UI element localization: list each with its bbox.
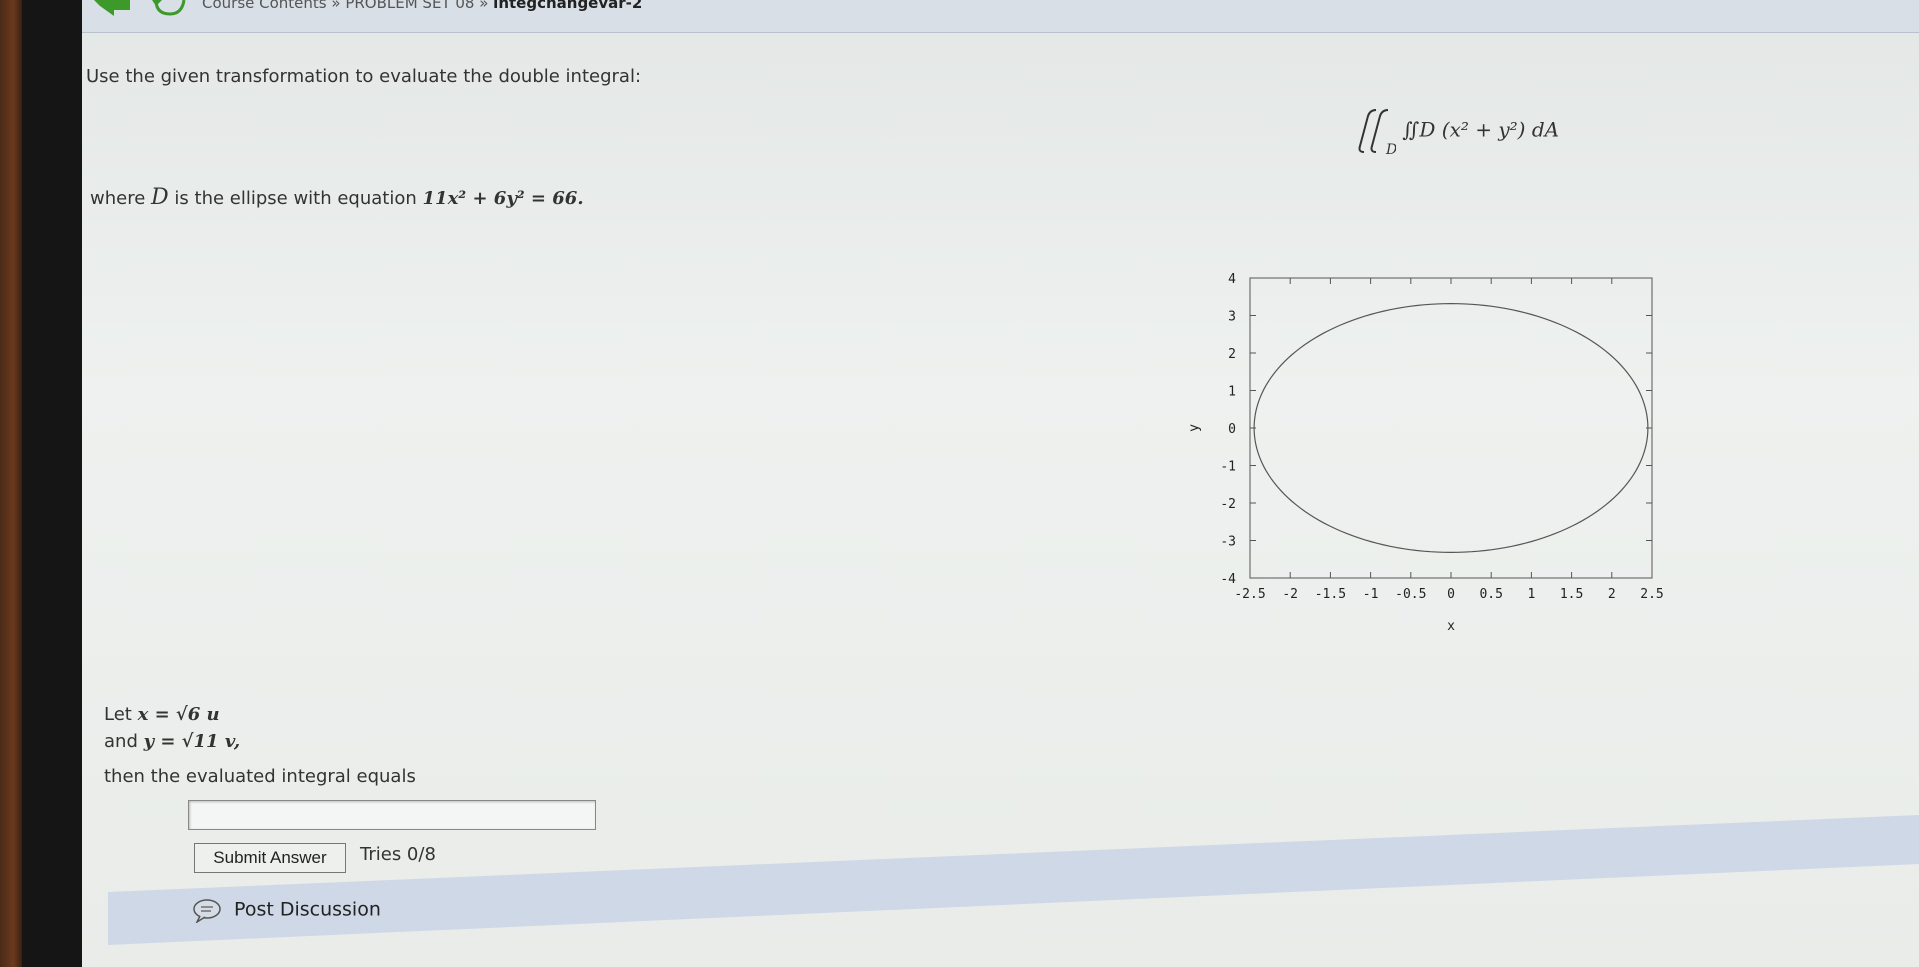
svg-text:D: D <box>1385 142 1396 154</box>
breadcrumb: Course Contents » PROBLEM SET 08 » integ… <box>82 0 1919 33</box>
ellipse-plot: -2.5 -2 -1.5 -1 -0.5 0 0.5 1 1.5 2 2.5 4 3 2 1 0 -1 -2 -3 -… <box>1187 272 1664 634</box>
y-tick-label: -2 <box>1220 497 1236 512</box>
y-axis-label: y <box>1187 424 1202 432</box>
y-tick-label: -4 <box>1220 572 1236 587</box>
x-tick-label: 0.5 <box>1479 587 1502 602</box>
monitor-edge <box>0 0 22 967</box>
y-tick-label: -1 <box>1220 460 1236 475</box>
x-tick-label: 0 <box>1447 587 1455 602</box>
sub-y-expression: y = √11 v, <box>143 731 241 752</box>
let-prefix: Let <box>104 704 132 725</box>
where-prefix: where <box>90 188 146 209</box>
region-description: where D is the ellipse with equation 11x… <box>90 185 584 210</box>
y-tick-label: 0 <box>1228 422 1236 437</box>
post-discussion-label: Post Discussion <box>234 898 381 921</box>
up-arrow-icon[interactable] <box>152 0 188 16</box>
result-prompt: then the evaluated integral equals <box>104 766 416 787</box>
x-tick-label: 2 <box>1608 587 1616 602</box>
monitor-bezel <box>22 0 82 967</box>
discussion-icon <box>193 899 221 925</box>
x-axis-label: x <box>1447 619 1455 634</box>
back-arrow-icon[interactable] <box>94 0 130 16</box>
x-tick-label: -2 <box>1282 587 1298 602</box>
x-tick-label: 2.5 <box>1640 587 1663 602</box>
y-tick-label: 2 <box>1228 347 1236 362</box>
submit-answer-button[interactable]: Submit Answer <box>194 843 346 873</box>
x-tick-label: -0.5 <box>1395 587 1426 602</box>
breadcrumb-path: Course Contents » PROBLEM SET 08 » integ… <box>202 0 642 12</box>
post-discussion-link[interactable]: Post Discussion <box>192 897 381 925</box>
x-tick-label: 1.5 <box>1560 587 1583 602</box>
x-tick-label: -1.5 <box>1315 587 1346 602</box>
substitution-x: Let x = √6 u <box>104 704 220 725</box>
problem-intro: Use the given transformation to evaluate… <box>86 66 642 87</box>
problem-page: Course Contents » PROBLEM SET 08 » integ… <box>82 0 1919 967</box>
ellipse-equation: 11x² + 6y² = 66. <box>422 188 584 209</box>
breadcrumb-current: integchangevar-2 <box>493 0 643 12</box>
substitution-y: and y = √11 v, <box>104 731 240 752</box>
y-tick-label: 4 <box>1228 272 1236 287</box>
plot-frame <box>1249 277 1653 579</box>
integrand: ∬D (x² + y²) dA <box>1402 117 1560 142</box>
y-tick-label: 1 <box>1228 385 1236 400</box>
region-symbol: D <box>151 185 169 210</box>
ellipse-curve <box>1253 303 1649 553</box>
tries-counter: Tries 0/8 <box>360 844 436 865</box>
and-prefix: and <box>104 731 138 752</box>
answer-input[interactable] <box>188 800 596 830</box>
x-tick-label: -2.5 <box>1234 587 1265 602</box>
discussion-bar <box>108 815 1919 945</box>
double-integral-symbol: D <box>1358 109 1397 158</box>
y-tick-label: -3 <box>1220 535 1236 550</box>
integral-expression: D ∬D (x² + y²) dA <box>1352 108 1560 158</box>
x-tick-label: 1 <box>1527 587 1535 602</box>
x-tick-label: -1 <box>1363 587 1379 602</box>
sub-x-expression: x = √6 u <box>137 704 220 725</box>
where-middle: is the ellipse with equation <box>174 188 417 209</box>
y-tick-label: 3 <box>1228 310 1236 325</box>
breadcrumb-links[interactable]: Course Contents » PROBLEM SET 08 » <box>202 0 493 12</box>
